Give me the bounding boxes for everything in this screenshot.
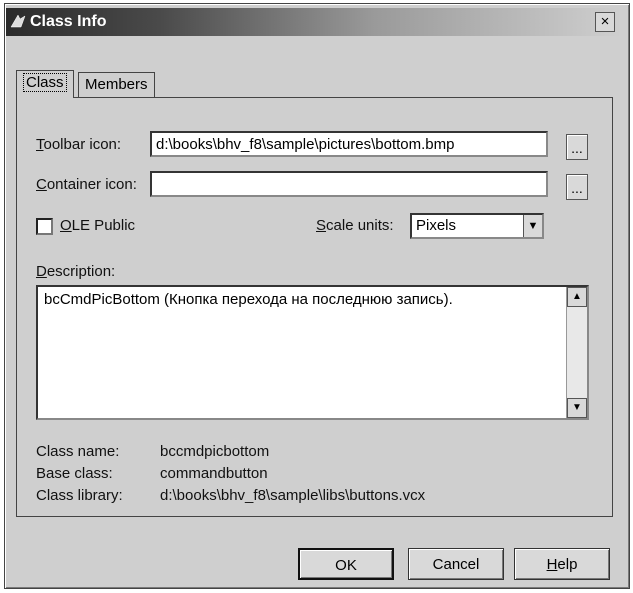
toolbar-icon-field[interactable]: d:\books\bhv_f8\sample\pictures\bottom.b… bbox=[150, 131, 548, 157]
container-icon-browse-button[interactable]: ... bbox=[566, 174, 588, 200]
chevron-down-icon[interactable]: ▼ bbox=[523, 215, 542, 237]
description-label: Description: bbox=[36, 263, 116, 280]
base-class-label: Base class: bbox=[36, 465, 113, 482]
ole-public-checkbox[interactable] bbox=[36, 218, 53, 235]
class-name-label: Class name: bbox=[36, 443, 120, 460]
ole-public-label: OLE Public bbox=[60, 217, 136, 234]
window-title: Class Info bbox=[30, 13, 107, 30]
tab-members[interactable]: Members bbox=[78, 72, 155, 97]
toolbar-icon-browse-button[interactable]: ... bbox=[566, 134, 588, 160]
cancel-button[interactable]: Cancel bbox=[408, 548, 504, 580]
close-icon: × bbox=[600, 13, 610, 30]
help-button[interactable]: Help bbox=[514, 548, 610, 580]
app-icon bbox=[10, 14, 26, 28]
class-library-label: Class library: bbox=[36, 487, 123, 504]
close-button[interactable]: × bbox=[595, 12, 615, 32]
title-bar: Class Info × bbox=[6, 8, 621, 36]
base-class-value: commandbutton bbox=[160, 465, 268, 482]
tab-members-label: Members bbox=[85, 76, 148, 93]
description-text: bcCmdPicBottom (Кнопка перехода на после… bbox=[44, 291, 453, 308]
scale-units-label: Scale units: bbox=[316, 217, 394, 234]
description-textarea[interactable]: bcCmdPicBottom (Кнопка перехода на после… bbox=[36, 285, 589, 420]
description-scrollbar[interactable]: ▲ ▼ bbox=[566, 287, 587, 418]
toolbar-icon-label: Toolbar icon: bbox=[36, 136, 122, 153]
container-icon-label: Container icon: bbox=[36, 176, 137, 193]
class-library-value: d:\books\bhv_f8\sample\libs\buttons.vcx bbox=[160, 487, 426, 504]
tab-class-label: Class bbox=[23, 73, 67, 92]
container-icon-field[interactable] bbox=[150, 171, 548, 197]
tab-class[interactable]: Class bbox=[16, 70, 74, 98]
scroll-down-arrow-icon[interactable]: ▼ bbox=[567, 398, 587, 418]
scale-units-select[interactable]: Pixels ▼ bbox=[410, 213, 544, 239]
scale-units-value: Pixels bbox=[416, 217, 457, 234]
scroll-up-arrow-icon[interactable]: ▲ bbox=[567, 287, 587, 307]
class-name-value: bccmdpicbottom bbox=[160, 443, 270, 460]
ok-button[interactable]: OK bbox=[298, 548, 394, 580]
